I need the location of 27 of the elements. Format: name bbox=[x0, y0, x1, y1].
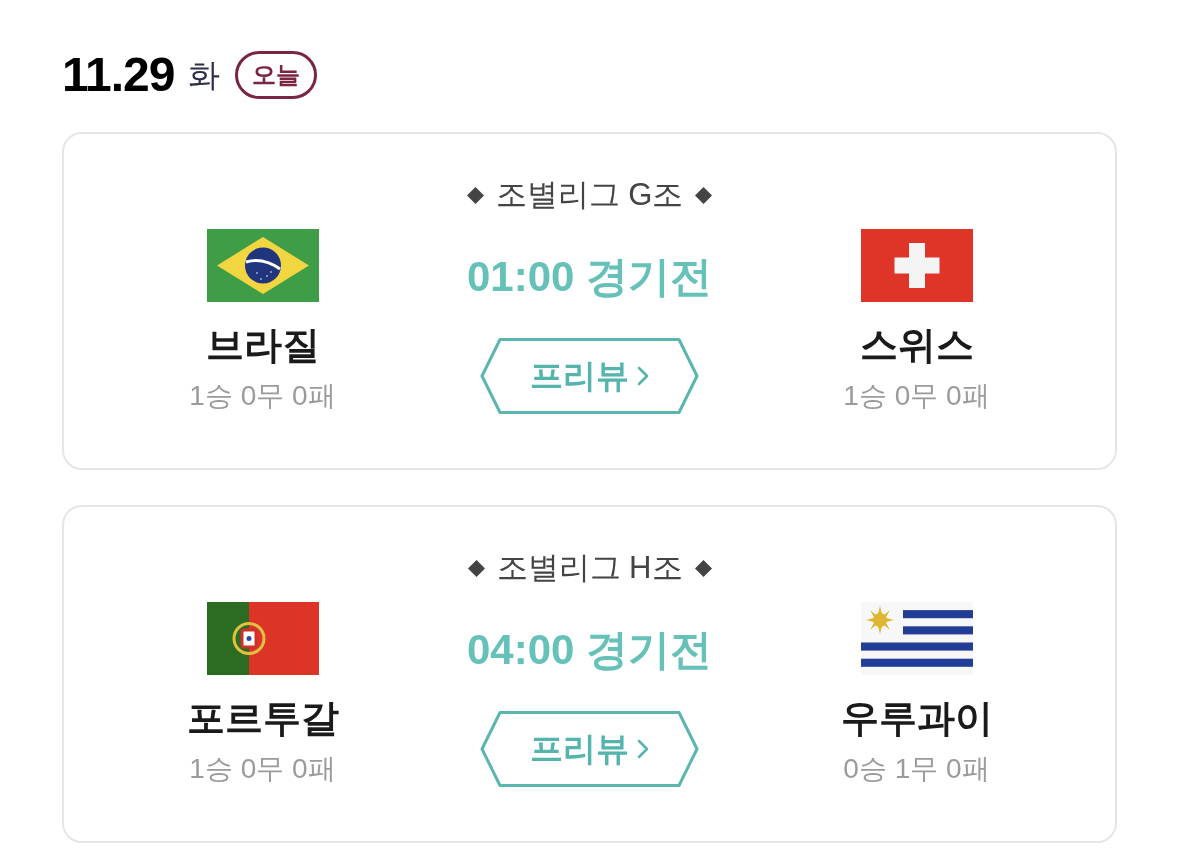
team-record: 0승 1무 0패 bbox=[843, 752, 990, 786]
team-name: 우루과이 bbox=[840, 696, 993, 741]
swiss-flag-icon bbox=[860, 229, 973, 302]
weekday-text: 화 bbox=[188, 56, 221, 95]
group-title: 조별리그 G조 bbox=[495, 176, 684, 214]
portugal-flag-icon bbox=[206, 602, 319, 675]
match-time: 01:00 경기전 bbox=[466, 252, 713, 302]
diamond-icon bbox=[467, 559, 485, 577]
uruguay-flag-icon bbox=[860, 602, 973, 675]
team-record: 1승 0무 0패 bbox=[843, 379, 990, 413]
group-title: 조별리그 H조 bbox=[496, 549, 683, 587]
diamond-icon bbox=[466, 186, 484, 204]
team-record: 1승 0무 0패 bbox=[189, 752, 336, 786]
diamond-icon bbox=[695, 186, 713, 204]
preview-button[interactable]: 프리뷰 bbox=[480, 338, 699, 414]
match-time: 04:00 경기전 bbox=[466, 625, 713, 675]
team-name: 스위스 bbox=[859, 323, 974, 368]
team-name: 브라질 bbox=[205, 323, 320, 368]
diamond-icon bbox=[694, 559, 712, 577]
date-text: 11.29 bbox=[62, 47, 175, 103]
today-badge: 오늘 bbox=[235, 51, 318, 99]
team-record: 1승 0무 0패 bbox=[189, 379, 336, 413]
chevron-right-icon bbox=[637, 739, 649, 759]
preview-button[interactable]: 프리뷰 bbox=[480, 711, 699, 787]
team-name: 포르투갈 bbox=[186, 696, 339, 741]
chevron-right-icon bbox=[637, 366, 649, 386]
brazil-flag-icon bbox=[206, 229, 319, 302]
